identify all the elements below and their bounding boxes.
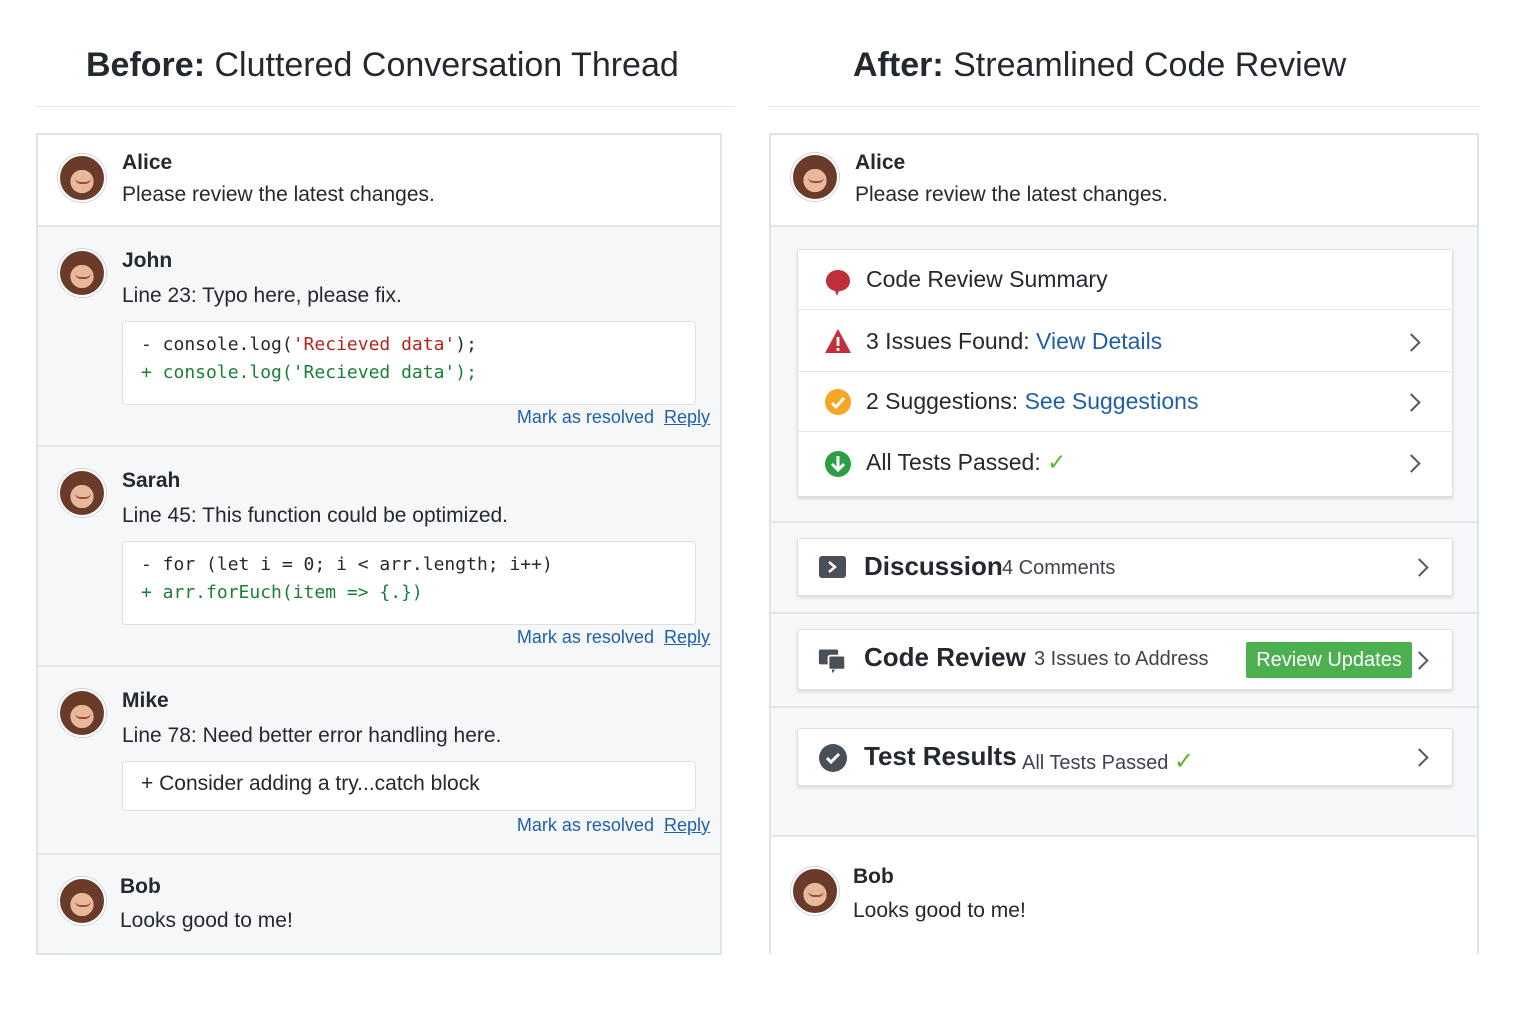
message-text: Looks good to me! — [120, 909, 293, 932]
streamlined-review-panel: Alice Please review the latest changes. … — [769, 133, 1479, 954]
message-bob: Bob Looks good to me! — [38, 855, 720, 953]
avatar — [58, 154, 106, 202]
avatar — [791, 153, 839, 201]
avatar — [791, 867, 839, 915]
reply-link[interactable]: Reply — [664, 815, 710, 835]
author-name: Bob — [120, 875, 161, 898]
code-review-card[interactable]: Code Review 3 Issues to Address Review U… — [797, 629, 1453, 690]
review-updates-button[interactable]: Review Updates — [1246, 642, 1412, 678]
code-review-title: Code Review — [864, 642, 1026, 672]
chevron-right-icon[interactable] — [1402, 454, 1421, 473]
message-sarah: Sarah Line 45: This function could be op… — [38, 447, 720, 667]
reply-link[interactable]: Reply — [664, 627, 710, 647]
after-heading: After: Streamlined Code Review — [853, 46, 1347, 84]
message-text: Line 23: Typo here, please fix. — [122, 284, 402, 307]
avatar — [58, 877, 106, 925]
tests-row[interactable]: All Tests Passed: ✓ — [798, 433, 1452, 493]
test-results-title: Test Results — [864, 741, 1017, 771]
discussion-card[interactable]: Discussion 4 Comments — [797, 538, 1453, 596]
summary-header: Code Review Summary — [798, 250, 1452, 310]
issues-row[interactable]: 3 Issues Found: View Details — [798, 312, 1452, 372]
mark-resolved-link[interactable]: Mark as resolved — [517, 815, 654, 835]
discussion-count: 4 Comments — [1002, 557, 1116, 579]
author-name: Mike — [122, 689, 169, 712]
divider — [36, 106, 734, 107]
chevron-right-icon[interactable] — [1410, 651, 1429, 670]
message-text: Line 45: This function could be optimize… — [122, 504, 509, 527]
chevron-right-icon[interactable] — [1410, 558, 1429, 577]
divider — [768, 106, 1480, 107]
author-name: Alice — [855, 151, 906, 174]
author-name: John — [122, 249, 173, 272]
chevron-right-icon[interactable] — [1402, 333, 1421, 352]
diff-removed-line: - for (let i = 0; i < arr.length; i++) — [141, 554, 553, 575]
message-alice: Alice Please review the latest changes. — [38, 135, 720, 227]
code-diff: - console.log('Recieved data'); + consol… — [122, 321, 696, 405]
diff-added-line: + arr.forEuch(item => {.}) — [141, 582, 423, 603]
divider — [771, 706, 1477, 708]
suggestions-text: 2 Suggestions: See Suggestions — [866, 388, 1199, 414]
mark-resolved-link[interactable]: Mark as resolved — [517, 627, 654, 647]
speech-bubble-icon — [826, 270, 850, 296]
code-review-issues: 3 Issues to Address — [1034, 648, 1209, 670]
message-alice: Alice Please review the latest changes. — [771, 135, 1477, 227]
chevron-right-icon[interactable] — [1410, 748, 1429, 767]
summary-title: Code Review Summary — [866, 266, 1108, 292]
warning-icon — [825, 329, 851, 353]
divider — [771, 612, 1477, 614]
view-details-link[interactable]: View Details — [1036, 328, 1162, 354]
avatar — [58, 469, 106, 517]
message-john: John Line 23: Typo here, please fix. - c… — [38, 227, 720, 447]
download-check-icon — [825, 451, 851, 477]
suggestion-icon — [825, 389, 851, 415]
comment-actions: Mark as resolved Reply — [517, 815, 710, 836]
author-name: Bob — [853, 865, 894, 888]
test-results-card[interactable]: Test Results All Tests Passed ✓ — [797, 728, 1453, 786]
code-review-summary-card: Code Review Summary 3 Issues Found: View… — [797, 249, 1453, 497]
suggestions-row[interactable]: 2 Suggestions: See Suggestions — [798, 372, 1452, 432]
avatar — [58, 689, 106, 737]
author-name: Sarah — [122, 469, 181, 492]
comment-actions: Mark as resolved Reply — [517, 627, 710, 648]
see-suggestions-link[interactable]: See Suggestions — [1025, 388, 1199, 414]
message-mike: Mike Line 78: Need better error handling… — [38, 667, 720, 855]
divider — [771, 521, 1477, 523]
chevron-right-icon[interactable] — [1402, 393, 1421, 412]
diff-removed-line: - console.log('Recieved data'); — [141, 334, 477, 355]
before-heading: Before: Cluttered Conversation Thread — [86, 46, 679, 84]
discussion-icon — [819, 556, 846, 578]
message-text: Please review the latest changes. — [855, 183, 1168, 206]
tests-text: All Tests Passed: ✓ — [866, 449, 1067, 475]
message-text: Please review the latest changes. — [122, 183, 435, 206]
message-text: Line 78: Need better error handling here… — [122, 724, 502, 747]
author-name: Alice — [122, 151, 173, 174]
message-bob: Bob Looks good to me! — [771, 835, 1477, 954]
mark-resolved-link[interactable]: Mark as resolved — [517, 407, 654, 427]
diff-added-line: + console.log('Recieved data'); — [141, 362, 477, 383]
cluttered-thread-panel: Alice Please review the latest changes. … — [36, 133, 722, 955]
checkmark-icon: ✓ — [1047, 449, 1067, 475]
checkmark-icon: ✓ — [1173, 748, 1195, 775]
message-text: Looks good to me! — [853, 899, 1026, 922]
note-text: + Consider adding a try...catch block — [141, 772, 480, 795]
code-diff: - for (let i = 0; i < arr.length; i++) +… — [122, 541, 696, 625]
test-results-status: All Tests Passed ✓ — [1022, 748, 1195, 775]
issues-text: 3 Issues Found: View Details — [866, 328, 1163, 354]
suggestion-note: + Consider adding a try...catch block — [122, 761, 696, 811]
check-circle-icon — [819, 744, 847, 772]
comment-actions: Mark as resolved Reply — [517, 407, 710, 428]
discussion-title: Discussion — [864, 551, 1003, 581]
code-review-icon — [818, 649, 846, 674]
avatar — [58, 249, 106, 297]
reply-link[interactable]: Reply — [664, 407, 710, 427]
